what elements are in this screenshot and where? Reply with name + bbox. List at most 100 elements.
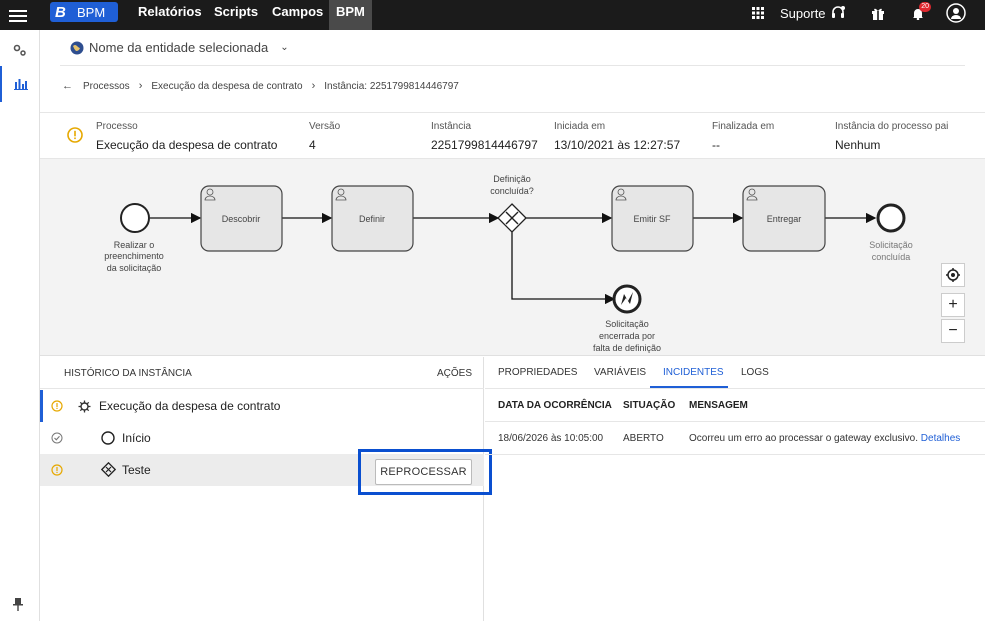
notification-badge: 20 [919, 2, 931, 12]
entity-selector[interactable]: Nome da entidade selecionada ⌄ [70, 40, 289, 55]
info-pai-label: Instância do processo pai [835, 121, 949, 132]
task-descobrir-label: Descobrir [222, 214, 261, 224]
tab-incidentes[interactable]: INCIDENTES [663, 367, 724, 378]
menu-icon[interactable] [9, 7, 27, 23]
task-definir-label: Definir [359, 214, 385, 224]
user-avatar-icon[interactable] [946, 3, 966, 23]
bpmn-canvas: Realizar o preenchimento da solicitação De… [104, 174, 913, 353]
reprocess-button[interactable]: REPROCESSAR [375, 459, 472, 485]
tree-row-teste-label: Teste [122, 463, 151, 477]
pin-icon[interactable] [13, 598, 23, 616]
entity-label: Nome da entidade selecionada [89, 40, 269, 55]
start-event-label: Realizar o preenchimento da solicitação [104, 240, 164, 273]
brand-logo[interactable]: B BPM [50, 2, 118, 22]
zoom-out-button[interactable]: − [941, 319, 965, 343]
incident-status: ABERTO [623, 433, 664, 444]
warning-icon [51, 464, 63, 479]
info-iniciada-label: Iniciada em [554, 121, 606, 132]
gateway-label: Definição concluída? [490, 174, 534, 196]
info-iniciada: Iniciada em 13/10/2021 às 12:27:57 [554, 121, 680, 152]
bell-icon[interactable]: 20 [908, 2, 931, 23]
exclusive-gateway[interactable] [497, 203, 527, 233]
incident-message: Ocorreu um erro ao processar o gateway e… [689, 433, 918, 444]
globe-icon [70, 41, 84, 54]
tree-row-process-label: Execução da despesa de contrato [99, 399, 281, 413]
nav-campos[interactable]: Campos [272, 0, 323, 30]
col-situacao: SITUAÇÃO [623, 400, 676, 411]
left-rail [0, 30, 40, 621]
gift-icon[interactable] [868, 3, 888, 23]
rail-settings[interactable] [0, 32, 40, 68]
incident-details-link[interactable]: Detalhes [921, 433, 960, 444]
active-tab-indicator [650, 386, 728, 388]
chevron-right-icon: › [311, 80, 316, 92]
zoom-in-button[interactable]: + [941, 293, 965, 317]
details-tabs: PROPRIEDADES VARIÁVEIS INCIDENTES LOGS [485, 357, 985, 389]
end-event-label: Solicitação concluída [869, 240, 913, 262]
tab-propriedades[interactable]: PROPRIEDADES [498, 367, 577, 378]
top-bar: B BPM Relatórios Scripts Campos BPM Supo… [0, 0, 985, 30]
actions-label[interactable]: AÇÕES [437, 368, 472, 379]
task-definir[interactable]: Definir [331, 185, 414, 252]
tab-logs[interactable]: LOGS [741, 367, 769, 378]
breadcrumb: ← Processos › Execução da despesa de con… [62, 80, 459, 92]
info-pai-value: Nenhum [835, 138, 881, 152]
nav-scripts[interactable]: Scripts [214, 0, 258, 30]
apps-grid-icon[interactable] [748, 3, 768, 23]
tree-row-process[interactable]: Execução da despesa de contrato [40, 390, 484, 422]
col-mensagem: MENSAGEM [689, 400, 748, 411]
recenter-button[interactable] [941, 263, 965, 287]
chevron-down-icon: ⌄ [280, 42, 289, 53]
headset-icon[interactable] [828, 3, 848, 23]
info-versao-label: Versão [309, 121, 341, 132]
breadcrumb-processos[interactable]: Processos [83, 81, 130, 92]
details-panel: PROPRIEDADES VARIÁVEIS INCIDENTES LOGS D… [485, 357, 985, 621]
task-entregar-label: Entregar [767, 214, 802, 224]
task-descobrir[interactable]: Descobrir [200, 185, 283, 252]
nav-relatorios[interactable]: Relatórios [138, 0, 202, 30]
tree-row-inicio-label: Início [122, 431, 151, 445]
start-event[interactable] [120, 203, 150, 233]
process-diagram: Realizar o preenchimento da solicitação De… [40, 158, 985, 356]
bar-chart-icon [14, 79, 28, 90]
chevron-right-icon: › [138, 80, 143, 92]
error-end-event-label: Solicitação encerrada por falta de definiç… [593, 319, 661, 353]
info-finalizada-value: -- [712, 138, 720, 152]
info-iniciada-value: 13/10/2021 às 12:27:57 [554, 138, 681, 152]
warning-icon [51, 400, 63, 415]
info-instancia-label: Instância [431, 121, 472, 132]
tab-variaveis[interactable]: VARIÁVEIS [594, 367, 646, 378]
process-gears-icon [78, 400, 91, 416]
error-end-event[interactable] [612, 284, 642, 314]
end-event[interactable] [876, 203, 906, 233]
info-processo-value: Execução da despesa de contrato [96, 138, 278, 152]
info-finalizada: Finalizada em -- [712, 121, 774, 152]
start-event-icon [101, 431, 115, 448]
info-processo: Processo Execução da despesa de contrato [96, 121, 277, 152]
info-versao: Versão 4 [309, 121, 340, 152]
support-link[interactable]: Suporte [780, 0, 826, 26]
info-versao-value: 4 [309, 138, 316, 152]
target-icon [946, 268, 960, 282]
check-circle-icon [51, 432, 63, 447]
table-divider [485, 421, 985, 422]
col-data-ocorrencia: DATA DA OCORRÊNCIA [498, 400, 612, 411]
rail-analytics[interactable] [0, 66, 40, 102]
divider [40, 112, 985, 113]
incident-date: 18/06/2026 às 10:05:00 [498, 433, 604, 444]
warning-icon [67, 127, 83, 148]
history-title: HISTÓRICO DA INSTÂNCIA [64, 368, 192, 379]
back-arrow-icon[interactable]: ← [62, 80, 73, 92]
breadcrumb-instancia: Instância: 2251799814446797 [324, 80, 459, 92]
breadcrumb-processo[interactable]: Execução da despesa de contrato [151, 81, 302, 92]
info-finalizada-label: Finalizada em [712, 121, 775, 132]
task-entregar[interactable]: Entregar [742, 185, 826, 252]
table-divider [485, 454, 985, 455]
task-emitir-sf-label: Emitir SF [634, 214, 672, 224]
task-emitir-sf[interactable]: Emitir SF [611, 185, 694, 252]
info-pai: Instância do processo pai Nenhum [835, 121, 948, 152]
divider [60, 65, 965, 66]
info-instancia-value: 2251799814446797 [431, 138, 538, 152]
nav-bpm[interactable]: BPM [329, 0, 372, 30]
support-label: Suporte [780, 5, 826, 21]
